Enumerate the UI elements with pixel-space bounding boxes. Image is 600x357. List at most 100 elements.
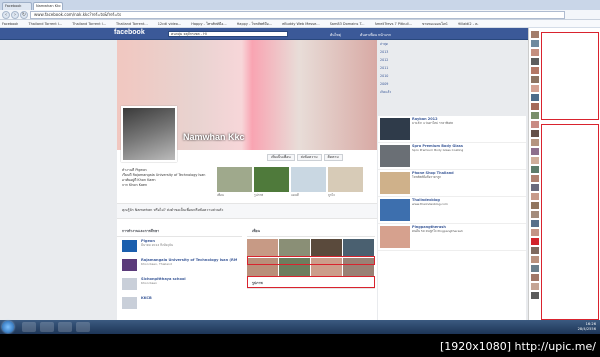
profile-name[interactable]: Namwhan Kkc — [183, 132, 245, 142]
ad-image — [380, 118, 410, 140]
about-item[interactable]: Pigeon มีนาคม 2012 ถึงปัจจุบัน — [117, 237, 242, 256]
facebook-logo[interactable]: facebook — [114, 29, 145, 36]
facebook-top-bar: facebook คนกลุ่ม จตุจักรเขต - Hi ต้นไทยุ… — [0, 28, 600, 40]
chat-avatar[interactable] — [531, 175, 539, 182]
chat-avatar[interactable] — [531, 85, 539, 92]
timeline-year[interactable]: ล่าสุด — [378, 40, 398, 48]
chat-avatar[interactable] — [531, 211, 539, 218]
highlight-box — [247, 256, 375, 265]
chat-avatar[interactable] — [531, 256, 539, 263]
reload-icon[interactable]: ↻ — [20, 11, 28, 19]
timeline-year[interactable]: 2012 — [378, 56, 398, 64]
media-icon[interactable] — [58, 322, 72, 332]
bookmark-item[interactable]: Facebook — [2, 22, 18, 26]
about-item[interactable]: Sichonpitthaya school Khon Kaen — [117, 275, 242, 294]
forward-icon[interactable]: › — [11, 11, 19, 19]
ad-item[interactable]: Phone Shop Thailand โทรศัพท์มือถือราคาถู… — [378, 170, 526, 197]
bookmark-item[interactable]: Hillaidi2 - ค. — [458, 21, 479, 27]
timeline-year[interactable]: 2010 — [378, 72, 398, 80]
bookmark-item[interactable]: Thailand Torrent I... — [28, 22, 62, 26]
chat-avatar[interactable] — [531, 274, 539, 281]
bookmark-item[interactable]: eBuddy Web Messe... — [282, 22, 319, 26]
friend-photo[interactable] — [311, 239, 342, 257]
friends-header[interactable]: เพื่อน — [247, 226, 375, 237]
ad-item[interactable]: Rayban 2012 มาแล้ว! แว่นตาใหม่ ราคาพิเศษ — [378, 116, 526, 143]
about-column: การทำงานและการศึกษา Pigeon มีนาคม 2012 ถ… — [117, 226, 242, 313]
search-input[interactable]: คนกลุ่ม จตุจักรเขต - Hi — [168, 31, 288, 37]
timeline-year[interactable]: 2011 — [378, 64, 398, 72]
bookmark-item[interactable]: AmeliTrevs 7 Pitbull... — [375, 22, 413, 26]
chat-avatar[interactable] — [531, 49, 539, 56]
clock-date: 28/4/2556 — [577, 327, 596, 331]
chat-avatar[interactable] — [531, 67, 539, 74]
bookmark-item[interactable]: Happy - โทรศัพท์มือ... — [191, 21, 226, 27]
bookmark-item[interactable]: Thailand Torrent I... — [72, 22, 106, 26]
chat-avatar[interactable] — [531, 31, 539, 38]
friend-photo[interactable] — [343, 239, 374, 257]
chat-avatar[interactable] — [531, 229, 539, 236]
ie-icon[interactable] — [22, 322, 36, 332]
chat-avatar[interactable] — [531, 166, 539, 173]
thumb-likes[interactable]: ถูกใจ — [328, 167, 363, 197]
chat-avatar[interactable] — [531, 139, 539, 146]
thumb-map[interactable]: แผนที่ — [291, 167, 326, 197]
chat-avatar[interactable] — [531, 130, 539, 137]
thumb-friends[interactable]: เพื่อน — [217, 167, 252, 197]
chat-avatar[interactable] — [531, 184, 539, 191]
timeline-year[interactable]: 2009 — [378, 80, 398, 88]
chat-avatar[interactable] — [531, 292, 539, 299]
chat-avatar[interactable] — [531, 94, 539, 101]
know-box: คุณรู้จัก Namwhan หรือไม่? ส่งคำขอเป็นเพ… — [117, 203, 377, 219]
url-input[interactable]: www.facebook.com/nak.kkc?ref=ts&fref=ts — [30, 11, 565, 19]
chat-avatar[interactable] — [531, 157, 539, 164]
add-friend-button[interactable]: เพิ่มเป็นเพื่อน — [267, 154, 295, 161]
chat-avatar[interactable] — [531, 112, 539, 119]
chat-avatar[interactable] — [531, 265, 539, 272]
thumb-label: แผนที่ — [291, 193, 299, 197]
chat-avatar[interactable] — [531, 76, 539, 83]
back-icon[interactable]: ‹ — [2, 11, 10, 19]
friend-photo[interactable] — [247, 239, 278, 257]
top-links[interactable]: ค้นหาเพื่อน หน้าแรก — [360, 32, 391, 38]
message-button[interactable]: ส่งข้อความ — [296, 154, 322, 161]
bookmark-item[interactable]: ขายของออนไลน์ — [422, 21, 448, 27]
chat-avatar[interactable] — [531, 193, 539, 200]
chat-avatar[interactable] — [531, 121, 539, 128]
explorer-icon[interactable] — [40, 322, 54, 332]
chat-avatar[interactable] — [531, 283, 539, 290]
ad-item[interactable]: Pingpangtherash คนอื่น 59 คนถูกใจ Pingpa… — [378, 224, 526, 251]
facebook-page: facebook คนกลุ่ม จตุจักรเขต - Hi ต้นไทยุ… — [0, 28, 600, 320]
thumb-photos[interactable]: รูปภาพ — [254, 167, 289, 197]
bookmark-item[interactable]: Sam83 Domains T... — [330, 22, 365, 26]
bookmark-item[interactable]: Thailand Torrent... — [116, 22, 148, 26]
browser-tab-strip: Facebook Namwhan Kkc — [0, 0, 600, 10]
user-link[interactable]: ต้นไทยุ่ — [330, 32, 341, 38]
ad-item[interactable]: Thaiindexblog www.thaiindexblog.com — [378, 197, 526, 224]
chat-avatar[interactable] — [531, 103, 539, 110]
about-item[interactable]: Rajamangala University of Technology Isa… — [117, 256, 242, 275]
bookmark-item[interactable]: Happy - โทรศัพท์มือ... — [237, 21, 272, 27]
tab-facebook[interactable]: Facebook — [2, 2, 32, 10]
timeline-year[interactable]: เกิดแล้ว — [378, 88, 398, 96]
bookmark-item[interactable]: 12cdi video... — [158, 22, 182, 26]
friend-photo[interactable] — [279, 239, 310, 257]
system-clock[interactable]: 16:26 28/4/2556 — [578, 322, 596, 332]
tab-namwhan[interactable]: Namwhan Kkc — [33, 2, 63, 10]
profile-actions: เพิ่มเป็นเพื่อน ส่งข้อความ ติดตาม — [267, 154, 343, 161]
timeline-year[interactable]: 2013 — [378, 48, 398, 56]
profile-picture[interactable] — [121, 106, 177, 162]
chat-avatar[interactable] — [531, 202, 539, 209]
ad-desc: โทรศัพท์มือถือราคาถูก — [412, 175, 442, 179]
about-header: การทำงานและการศึกษา — [117, 226, 242, 237]
chat-avatar[interactable] — [531, 247, 539, 254]
follow-button[interactable]: ติดตาม — [323, 154, 343, 161]
start-button[interactable] — [2, 321, 14, 333]
ad-item[interactable]: Spro Premium Body Glass Spro Premium Bod… — [378, 143, 526, 170]
chat-avatar[interactable] — [531, 220, 539, 227]
chrome-icon[interactable] — [76, 322, 90, 332]
chat-avatar[interactable] — [531, 238, 539, 245]
chat-avatar[interactable] — [531, 58, 539, 65]
chat-avatar[interactable] — [531, 148, 539, 155]
about-item[interactable]: KKCB — [117, 294, 242, 313]
chat-avatar[interactable] — [531, 40, 539, 47]
